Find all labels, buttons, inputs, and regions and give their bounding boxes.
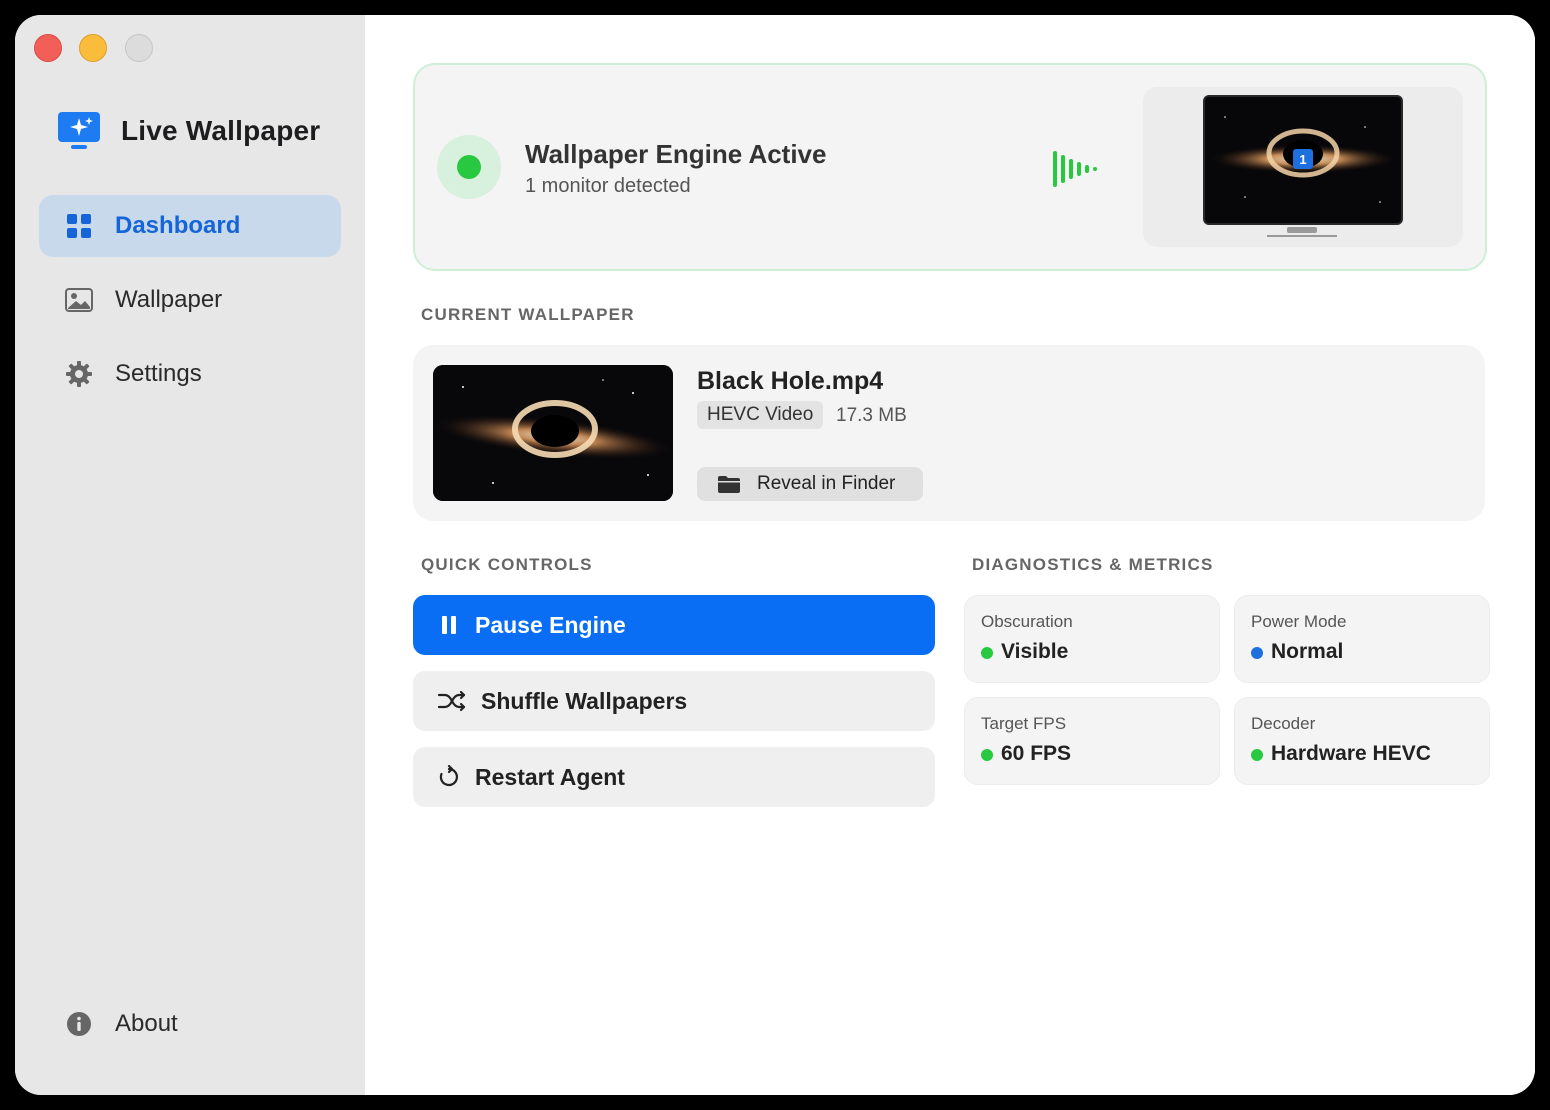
pause-icon [437, 613, 461, 637]
pause-engine-label: Pause Engine [475, 611, 626, 638]
reveal-in-finder-label: Reveal in Finder [757, 473, 896, 494]
status-dot [981, 647, 993, 659]
status-dot [981, 749, 993, 761]
sidebar-item-dashboard[interactable]: Dashboard [39, 195, 341, 257]
metric-label: Obscuration [981, 612, 1073, 631]
photo-icon [65, 286, 93, 314]
file-size: 17.3 MB [836, 405, 907, 426]
folder-icon [718, 476, 740, 493]
current-wallpaper-card: Black Hole.mp4 HEVC Video 17.3 MB Reveal… [413, 345, 1485, 521]
window-close-button[interactable] [34, 34, 62, 62]
metric-obscuration: Obscuration Visible [964, 595, 1220, 683]
grid-icon [65, 212, 93, 240]
wallpaper-name: Black Hole.mp4 [697, 367, 884, 395]
wallpaper-thumbnail [433, 365, 673, 501]
metric-target-fps: Target FPS 60 FPS [964, 697, 1220, 785]
monitor-screen: 1 [1203, 95, 1403, 225]
app-title: Live Wallpaper [121, 115, 321, 146]
monitor-stand [1287, 227, 1317, 233]
gear-icon [65, 360, 93, 388]
status-title: Wallpaper Engine Active [525, 139, 827, 169]
sidebar-item-wallpaper[interactable]: Wallpaper [39, 269, 341, 331]
app-window: Live Wallpaper Dashboard Wallpaper Setti… [15, 15, 1535, 1095]
metric-value: Normal [1271, 640, 1344, 663]
black-hole-thumbnail-image [433, 365, 673, 501]
sidebar-item-about[interactable]: About [39, 993, 341, 1055]
metric-label: Target FPS [981, 714, 1067, 733]
main-content: Wallpaper Engine Active 1 monitor detect… [365, 15, 1535, 1095]
sidebar-item-label: Wallpaper [115, 286, 223, 313]
restart-agent-button[interactable]: Restart Agent [413, 747, 935, 807]
status-indicator [437, 135, 501, 199]
shuffle-wallpapers-button[interactable]: Shuffle Wallpapers [413, 671, 935, 731]
info-icon [65, 1010, 93, 1038]
metric-value: Visible [1001, 640, 1069, 663]
metric-label: Decoder [1251, 714, 1316, 733]
status-dot [1251, 647, 1263, 659]
monitor-preview[interactable]: 1 [1143, 87, 1463, 247]
shuffle-icon [437, 689, 467, 713]
reveal-in-finder-button[interactable]: Reveal in Finder [697, 467, 923, 501]
restart-icon [437, 765, 461, 789]
window-zoom-button[interactable] [125, 34, 153, 62]
engine-status-card: Wallpaper Engine Active 1 monitor detect… [413, 63, 1487, 271]
status-subtitle: 1 monitor detected [525, 175, 691, 197]
codec-badge: HEVC Video [697, 401, 824, 429]
diagnostics-section-label: DIAGNOSTICS & METRICS [972, 555, 1214, 574]
status-dot [1251, 749, 1263, 761]
metric-power-mode: Power Mode Normal [1234, 595, 1490, 683]
current-wallpaper-section-label: CURRENT WALLPAPER [421, 305, 635, 324]
sidebar-item-label: Dashboard [115, 212, 241, 239]
metric-decoder: Decoder Hardware HEVC [1234, 697, 1490, 785]
app-logo-icon [58, 112, 100, 149]
status-dot [457, 155, 481, 179]
sidebar: Live Wallpaper Dashboard Wallpaper Setti… [15, 15, 365, 1095]
metric-value: Hardware HEVC [1271, 742, 1431, 765]
sidebar-item-label: Settings [115, 360, 202, 387]
window-minimize-button[interactable] [79, 34, 107, 62]
sidebar-item-label: About [115, 1010, 178, 1037]
metric-label: Power Mode [1251, 612, 1347, 631]
monitor-stand-base [1267, 235, 1337, 237]
app-header: Live Wallpaper [57, 111, 320, 151]
waveform-icon [1053, 151, 1097, 187]
shuffle-wallpapers-label: Shuffle Wallpapers [481, 687, 688, 714]
quick-controls-section-label: QUICK CONTROLS [421, 555, 593, 574]
pause-engine-button[interactable]: Pause Engine [413, 595, 935, 655]
monitor-number-badge: 1 [1293, 149, 1313, 169]
sidebar-item-settings[interactable]: Settings [39, 343, 341, 405]
metric-value: 60 FPS [1001, 742, 1072, 765]
restart-agent-label: Restart Agent [475, 763, 625, 790]
